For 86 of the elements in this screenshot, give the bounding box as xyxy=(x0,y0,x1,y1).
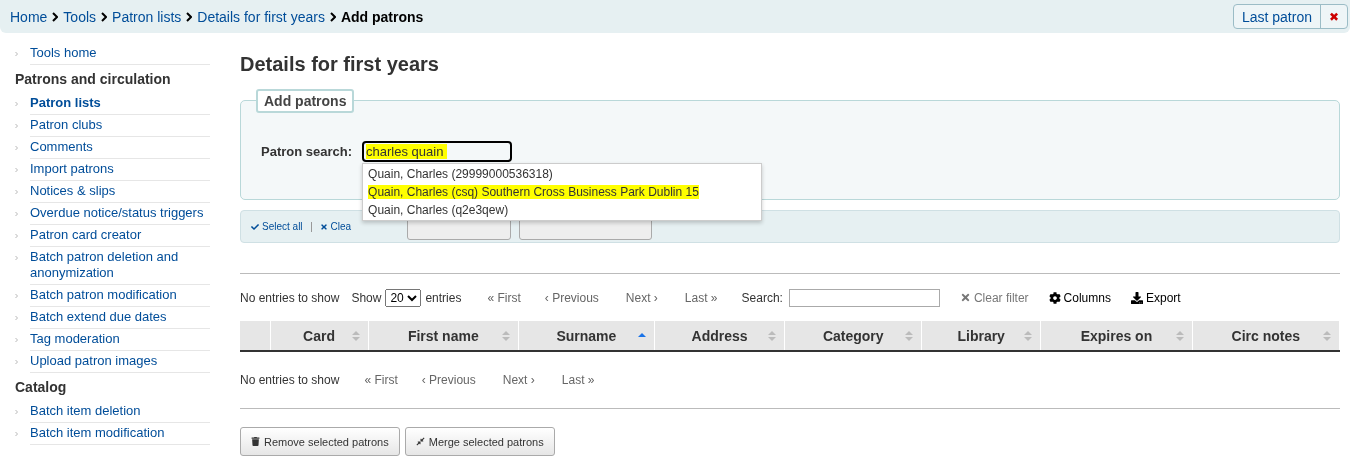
trash-icon xyxy=(251,437,260,446)
suggestion-item[interactable]: Quain, Charles (q2e3qew) xyxy=(363,201,762,219)
compress-icon xyxy=(415,437,425,446)
sidebar-link[interactable]: Patron card creator xyxy=(30,225,210,247)
suggestion-item[interactable]: Quain, Charles (29999000536318) xyxy=(363,165,762,183)
column-header[interactable]: Circ notes xyxy=(1192,321,1340,351)
breadcrumb-link[interactable]: Details for first years xyxy=(197,8,325,25)
column-header[interactable]: First name xyxy=(368,321,519,351)
table-search-field[interactable] xyxy=(788,288,940,307)
next-link[interactable]: Next › xyxy=(502,373,535,387)
select-column-header xyxy=(240,321,270,351)
sidebar-link[interactable]: Upload patron images xyxy=(30,351,210,373)
select-all-link[interactable]: Select all xyxy=(251,221,303,232)
chevron-icon xyxy=(15,337,18,343)
chevron-icon xyxy=(15,189,18,195)
column-header[interactable]: Expires on xyxy=(1040,321,1193,351)
last-patron-button[interactable]: Last patron xyxy=(1233,5,1320,28)
breadcrumb-link[interactable]: Add patrons xyxy=(340,8,424,25)
column-header[interactable]: Surname xyxy=(518,321,655,351)
breadcrumb-link[interactable]: Patron lists xyxy=(112,8,182,25)
sidebar-link[interactable]: Tools home xyxy=(30,43,210,65)
chevron-icon xyxy=(101,11,108,22)
check-icon xyxy=(251,222,259,231)
sidebar-heading: Patrons and circulation xyxy=(15,71,172,87)
columns-button[interactable]: Columns xyxy=(1048,290,1111,305)
sidebar-link[interactable]: Tag moderation xyxy=(30,329,210,351)
chevron-icon xyxy=(15,255,18,261)
show-label: Show xyxy=(351,290,382,305)
sidebar-link[interactable]: Batch item modification xyxy=(30,423,210,445)
clear-filter-button[interactable]: Clear filter xyxy=(959,290,1029,305)
close-icon xyxy=(319,222,328,231)
sidebar-link[interactable]: Batch patron modification xyxy=(30,285,210,307)
chevron-icon xyxy=(15,359,18,365)
export-button[interactable]: Export xyxy=(1130,290,1181,305)
chevron-icon xyxy=(15,167,18,173)
first-link[interactable]: « First xyxy=(487,290,521,305)
chevron-icon xyxy=(15,293,18,299)
panel-legend: Add patrons xyxy=(256,89,355,113)
chevron-icon xyxy=(52,11,59,22)
chevron-icon xyxy=(15,409,18,415)
merge-button[interactable]: Merge selected patrons xyxy=(404,427,555,456)
chevron-icon xyxy=(15,211,18,217)
sidebar-link[interactable]: Batch extend due dates xyxy=(30,307,210,329)
sidebar-link[interactable]: Comments xyxy=(30,137,210,159)
page-title: Details for first years xyxy=(240,53,440,76)
entries-info: No entries to show xyxy=(240,290,340,305)
sidebar-link[interactable]: Batch patron deletion and anonymization xyxy=(30,247,210,285)
settings-icon xyxy=(1048,291,1061,304)
next-link[interactable]: Next › xyxy=(625,290,658,305)
search-label: Search: xyxy=(741,290,783,305)
sidebar-heading: Catalog xyxy=(15,379,68,395)
chevron-icon xyxy=(329,11,336,22)
sidebar-link[interactable]: Overdue notice/status triggers xyxy=(30,203,210,225)
breadcrumb-link[interactable]: Home xyxy=(10,8,48,25)
close-button[interactable]: ✖ xyxy=(1320,5,1347,28)
sidebar-link[interactable]: Notices & slips xyxy=(30,181,210,203)
first-link[interactable]: « First xyxy=(364,373,398,387)
last-link[interactable]: Last » xyxy=(684,290,718,305)
entries-label: entries xyxy=(425,290,462,305)
column-header[interactable]: Category xyxy=(784,321,922,351)
previous-link[interactable]: ‹ Previous xyxy=(421,373,476,387)
sidebar-link[interactable]: Batch item deletion xyxy=(30,401,210,423)
chevron-icon xyxy=(186,11,193,22)
column-header[interactable]: Address xyxy=(654,321,785,351)
breadcrumb-link[interactable]: Tools xyxy=(63,8,97,25)
last-link[interactable]: Last » xyxy=(561,373,595,387)
close-icon xyxy=(959,292,971,303)
chevron-icon xyxy=(15,315,18,321)
column-header[interactable]: Card xyxy=(270,321,369,351)
chevron-icon xyxy=(15,431,18,437)
chevron-icon xyxy=(15,51,18,57)
chevron-icon xyxy=(15,233,18,239)
chevron-icon xyxy=(15,145,18,151)
previous-link[interactable]: ‹ Previous xyxy=(544,290,599,305)
column-header[interactable]: Library xyxy=(921,321,1041,351)
sidebar-link[interactable]: Patron clubs xyxy=(30,115,210,137)
remove-button[interactable]: Remove selected patrons xyxy=(240,427,400,456)
chevron-icon xyxy=(15,123,18,129)
download-icon xyxy=(1130,291,1143,304)
entries-info: No entries to show xyxy=(240,373,340,387)
sidebar-link[interactable]: Import patrons xyxy=(30,159,210,181)
sidebar-link[interactable]: Patron lists xyxy=(30,93,210,115)
field-label: Patron search: xyxy=(261,144,353,159)
chevron-icon xyxy=(15,101,18,107)
clear-all-link[interactable]: Clea xyxy=(319,221,352,232)
page-size-select[interactable]: 20 xyxy=(385,288,422,307)
